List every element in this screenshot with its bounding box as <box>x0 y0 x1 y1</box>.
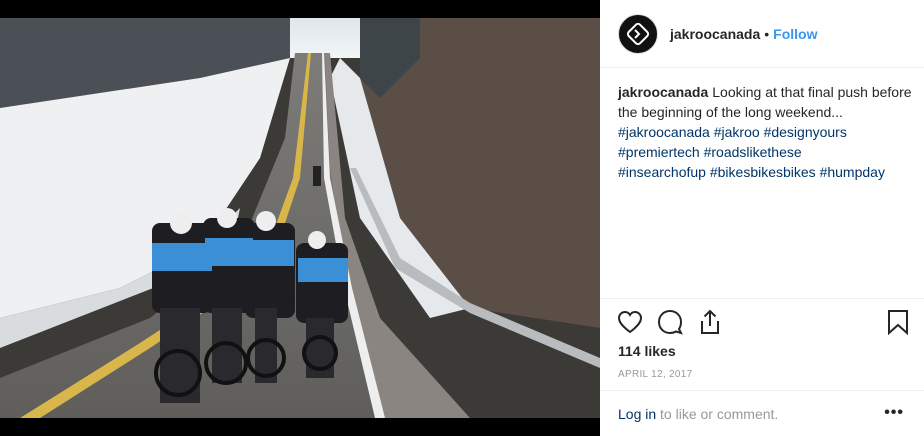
hashtag-link[interactable]: #designyours <box>764 124 847 140</box>
hashtag-link[interactable]: #jakroo <box>714 124 760 140</box>
heart-icon[interactable] <box>616 308 644 336</box>
share-icon[interactable] <box>696 308 724 336</box>
post-date[interactable]: APRIL 12, 2017 <box>618 369 692 380</box>
login-link[interactable]: Log in <box>618 406 656 422</box>
comment-divider <box>600 390 924 391</box>
more-options-button[interactable]: ••• <box>884 404 904 422</box>
post-caption: jakroocanada Looking at that final push b… <box>618 82 912 182</box>
comment-icon[interactable] <box>656 308 684 336</box>
separator-dot: • <box>764 25 770 42</box>
avatar[interactable] <box>618 13 658 54</box>
cyclists-road-photo <box>0 18 600 418</box>
bookmark-icon[interactable] <box>884 308 912 336</box>
follow-button[interactable]: Follow <box>773 26 817 42</box>
actions-divider <box>600 298 924 299</box>
post-sidebar: jakroocanada • Follow jakroocanada Lookin… <box>600 0 924 436</box>
hashtag-link[interactable]: #insearchofup <box>618 164 706 180</box>
post-photo[interactable] <box>0 0 600 436</box>
hashtag-link[interactable]: #premiertech <box>618 144 700 160</box>
hashtag-link[interactable]: #bikesbikesbikes <box>710 164 816 180</box>
hashtag-link[interactable]: #humpday <box>820 164 885 180</box>
header-username[interactable]: jakroocanada <box>670 26 760 42</box>
jakroo-logo-icon <box>626 22 650 45</box>
hashtag-link[interactable]: #roadslikethese <box>704 144 802 160</box>
hashtag-link[interactable]: #jakroocanada <box>618 124 710 140</box>
post-actions <box>614 308 914 336</box>
post-header: jakroocanada • Follow <box>600 0 924 68</box>
comment-prompt-text: to like or comment. <box>656 406 779 422</box>
likes-count[interactable]: 114 likes <box>618 343 676 359</box>
comment-prompt-row: Log in to like or comment. <box>618 406 778 422</box>
caption-username[interactable]: jakroocanada <box>618 84 708 100</box>
